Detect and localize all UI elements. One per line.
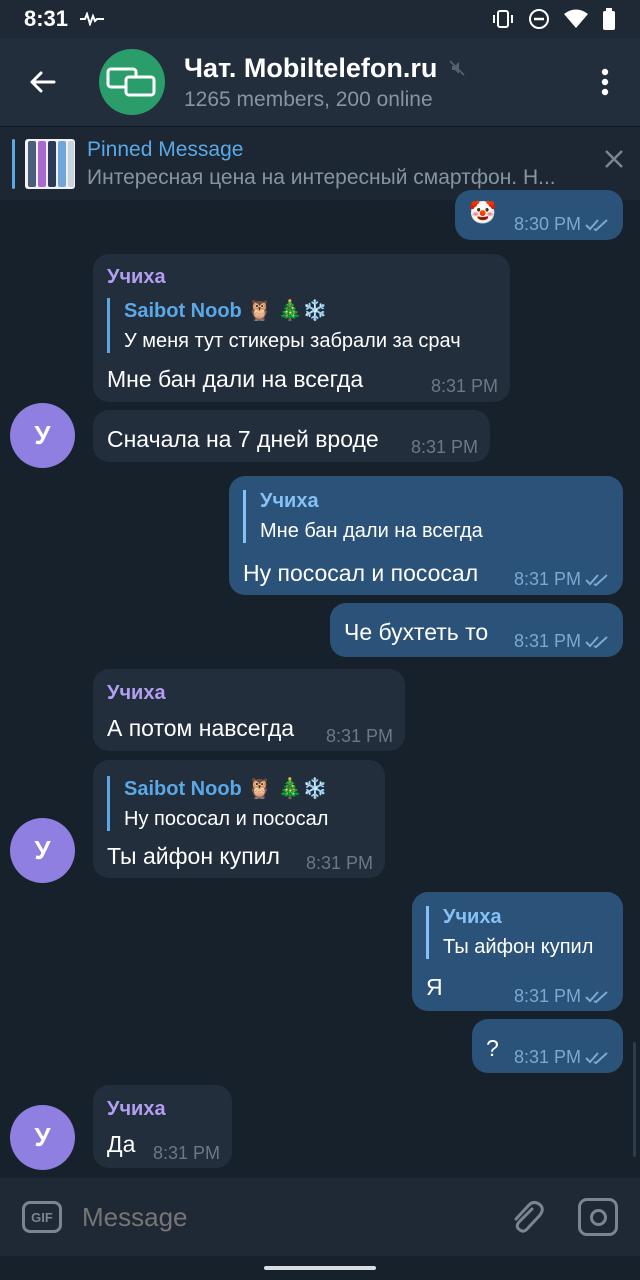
message-time: 8:30 PM xyxy=(513,214,581,234)
message-text: Мне бан дали на всегда xyxy=(107,366,364,392)
message-text: Да xyxy=(107,1131,136,1157)
reply-text: У меня тут стикеры забрали за срач xyxy=(124,330,461,352)
muted-icon xyxy=(449,60,465,76)
wifi-icon xyxy=(564,9,588,28)
message-time: 8:31 PM xyxy=(152,1143,220,1163)
message-text: Я xyxy=(426,974,443,1000)
double-check-icon xyxy=(585,573,608,586)
pinned-message[interactable]: Pinned Message Интересная цена на интере… xyxy=(0,126,640,200)
message-bubble[interactable]: Учиха Мне бан дали на всегда Ну пососал … xyxy=(229,476,623,595)
message-text: А потом навсегда xyxy=(107,715,295,741)
arrow-left-icon xyxy=(30,71,56,93)
message-text: Ну пососал и пососал xyxy=(243,560,479,586)
chat-info[interactable]: Чат. Mobiltelefon.ru 1265 members, 200 o… xyxy=(184,53,465,112)
activity-icon xyxy=(80,12,105,26)
message-bubble[interactable]: Saibot Noob 🦉 🎄❄️ Ну пососал и пососал Т… xyxy=(93,760,385,878)
reply-author: Учиха xyxy=(443,906,502,928)
avatar[interactable]: У xyxy=(10,403,75,468)
message-bubble[interactable]: Учиха Ты айфон купил Я 8:31 PM xyxy=(412,892,623,1011)
message-time: 8:31 PM xyxy=(325,726,393,746)
message-bubble[interactable]: Учиха Да 8:31 PM xyxy=(93,1085,232,1168)
pinned-close-button[interactable] xyxy=(604,149,624,174)
chat-subtitle: 1265 members, 200 online xyxy=(184,87,433,111)
close-icon xyxy=(605,150,623,168)
reply-author: Учиха xyxy=(260,490,319,512)
battery-icon xyxy=(603,8,615,30)
home-handle[interactable] xyxy=(264,1266,376,1270)
message-time: 8:31 PM xyxy=(513,569,581,589)
pinned-title: Pinned Message xyxy=(87,137,244,161)
chat-bubbles-icon xyxy=(106,67,156,97)
double-check-icon xyxy=(585,990,608,1003)
status-time: 8:31 xyxy=(24,6,69,31)
message-bubble[interactable]: Учиха Saibot Noob 🦉 🎄❄️ У меня тут стике… xyxy=(93,254,510,402)
message-text: Че бухтеть то xyxy=(344,619,489,645)
more-menu-button[interactable] xyxy=(570,38,640,126)
back-button[interactable] xyxy=(0,38,84,126)
gif-button[interactable]: GIF xyxy=(22,1201,62,1233)
reply-author: Saibot Noob 🦉 🎄❄️ xyxy=(124,300,328,322)
paperclip-icon xyxy=(514,1200,544,1233)
reply-text: Ну пососал и пососал xyxy=(124,808,329,830)
reply-quote[interactable]: Учиха Ты айфон купил xyxy=(426,906,593,959)
sender-name: Учиха xyxy=(107,682,166,704)
reply-text: Ты айфон купил xyxy=(443,936,594,958)
dnd-icon xyxy=(529,9,549,29)
reply-quote[interactable]: Saibot Noob 🦉 🎄❄️ Ну пососал и пососал xyxy=(107,776,328,831)
message-bubble[interactable]: 🤡 8:30 PM xyxy=(455,190,623,240)
reply-text: Мне бан дали на всегда xyxy=(260,520,483,542)
attach-button[interactable] xyxy=(502,1199,552,1235)
pinned-indicator xyxy=(12,138,15,189)
message-bubble[interactable]: Учиха А потом навсегда 8:31 PM xyxy=(93,669,405,751)
composer: GIF xyxy=(0,1178,640,1256)
scrollbar[interactable] xyxy=(633,1042,636,1157)
avatar[interactable]: У xyxy=(10,818,75,883)
message-bubble[interactable]: ? 8:31 PM xyxy=(472,1019,623,1073)
pinned-thumbnail xyxy=(25,138,75,189)
reply-quote[interactable]: Saibot Noob 🦉 🎄❄️ У меня тут стикеры заб… xyxy=(107,298,461,353)
message-time: 8:31 PM xyxy=(513,631,581,651)
message-time: 8:31 PM xyxy=(513,1047,581,1067)
message-text: Сначала на 7 дней вроде xyxy=(107,426,379,452)
message-time: 8:31 PM xyxy=(513,986,581,1006)
message-bubble[interactable]: Че бухтеть то 8:31 PM xyxy=(330,603,623,657)
reply-author: Saibot Noob 🦉 🎄❄️ xyxy=(124,778,328,800)
message-time: 8:31 PM xyxy=(305,853,373,873)
message-bubble[interactable]: Сначала на 7 дней вроде 8:31 PM xyxy=(93,410,490,462)
message-text: Ты айфон купил xyxy=(107,843,280,869)
status-bar: 8:31 xyxy=(0,0,640,38)
message-time: 8:31 PM xyxy=(410,437,478,457)
message-time: 8:31 PM xyxy=(430,376,498,396)
sender-name: Учиха xyxy=(107,266,166,288)
group-avatar[interactable] xyxy=(99,49,165,115)
sender-name: Учиха xyxy=(107,1098,166,1120)
message-input[interactable] xyxy=(82,1201,502,1233)
message-text: ? xyxy=(486,1035,499,1061)
clown-emoji: 🤡 xyxy=(469,200,497,225)
double-check-icon xyxy=(585,218,608,231)
pinned-text: Интересная цена на интересный смартфон. … xyxy=(87,165,556,189)
double-check-icon xyxy=(585,1051,608,1064)
reply-quote[interactable]: Учиха Мне бан дали на всегда xyxy=(243,490,483,543)
more-vertical-icon xyxy=(601,68,609,96)
double-check-icon xyxy=(585,635,608,648)
camera-icon xyxy=(589,1208,607,1226)
camera-button[interactable] xyxy=(578,1198,618,1236)
avatar[interactable]: У xyxy=(10,1105,75,1170)
vibrate-icon xyxy=(493,10,513,28)
chat-header: Чат. Mobiltelefon.ru 1265 members, 200 o… xyxy=(0,38,640,126)
chat-title: Чат. Mobiltelefon.ru xyxy=(184,52,438,83)
navigation-bar xyxy=(0,1256,640,1280)
